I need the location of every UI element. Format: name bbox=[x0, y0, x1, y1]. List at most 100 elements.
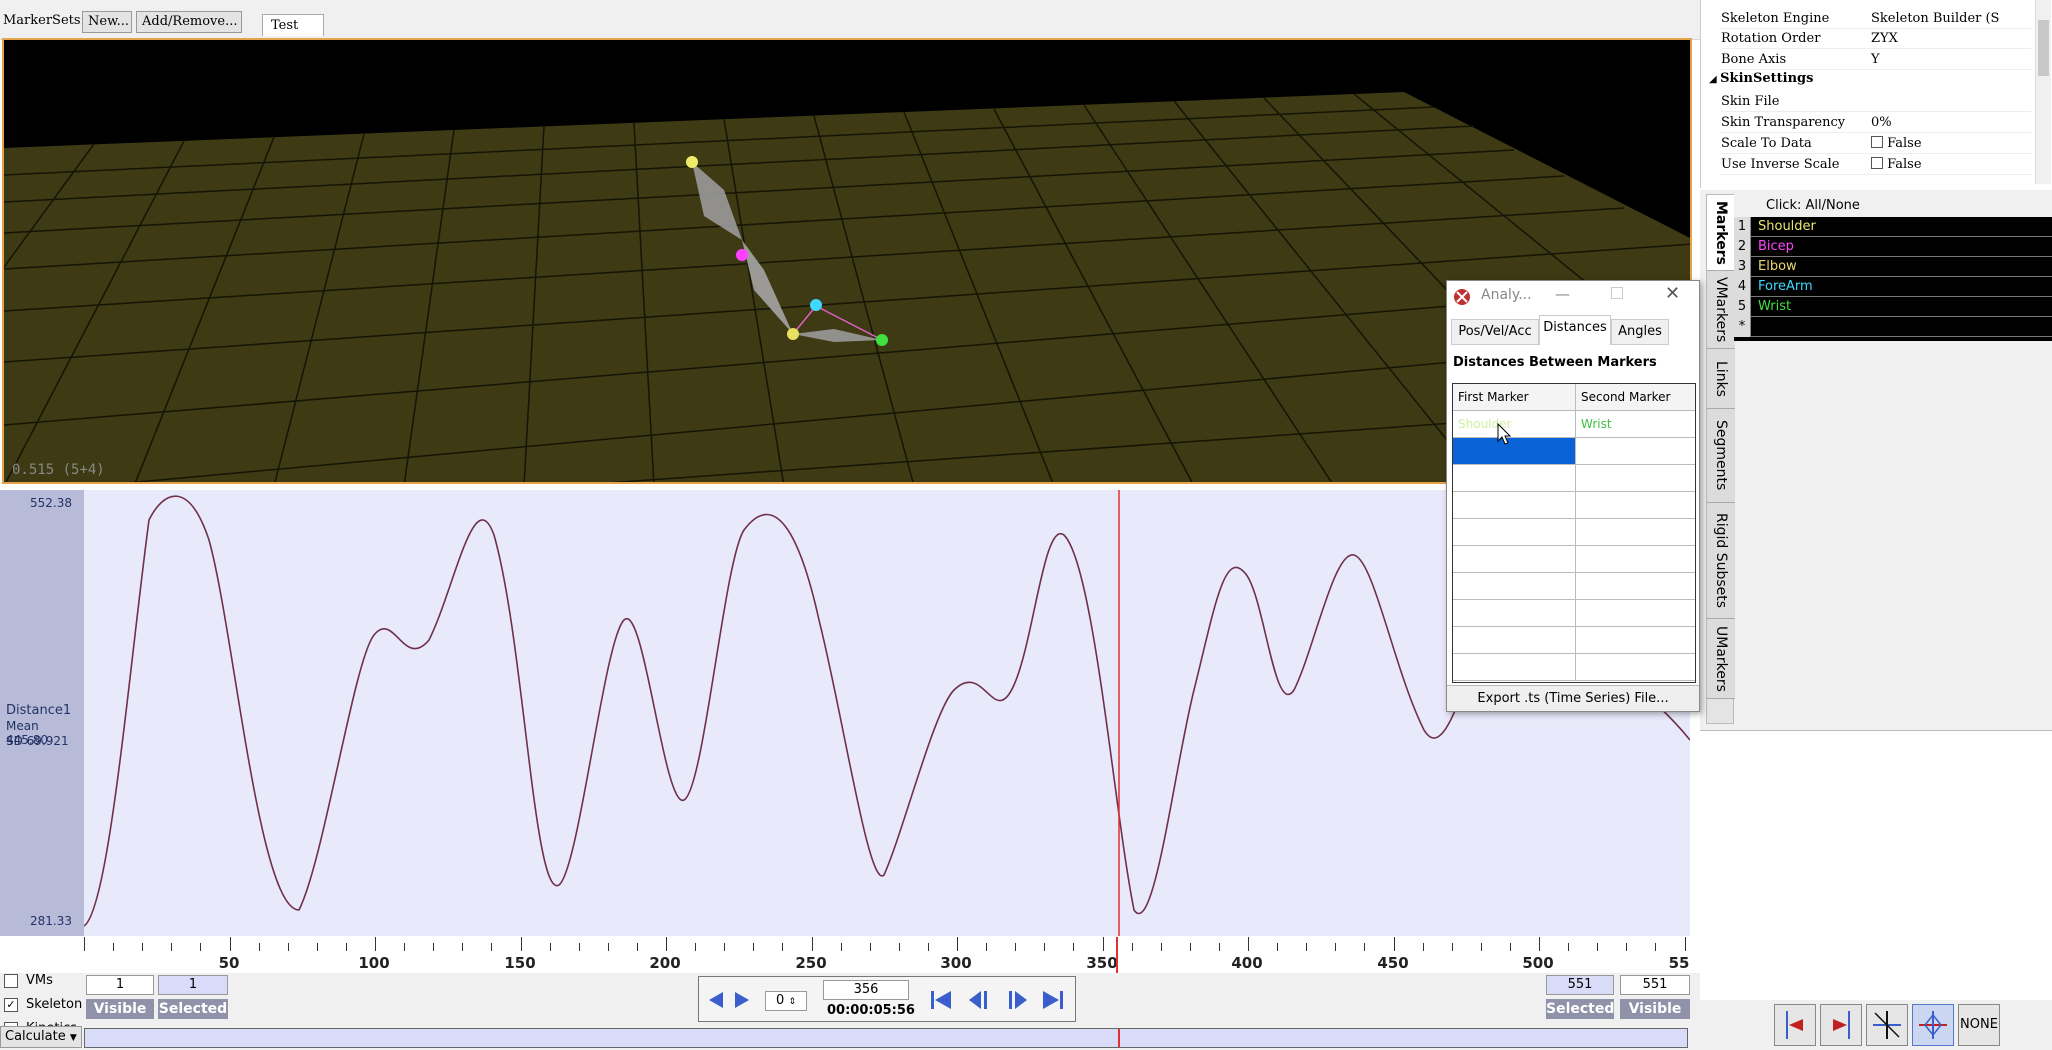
tab-markers[interactable]: Markers bbox=[1707, 195, 1735, 271]
visible-start-button[interactable]: Visible bbox=[86, 999, 154, 1019]
property-row[interactable]: Skeleton Engine Skeleton Builder (S bbox=[1721, 9, 2031, 29]
table-cell[interactable] bbox=[1576, 438, 1695, 465]
start-visible-field[interactable]: 1 bbox=[86, 975, 154, 995]
markers-header[interactable]: Click: All/None bbox=[1734, 196, 2052, 217]
table-cell[interactable] bbox=[1576, 627, 1695, 654]
current-frame-field[interactable]: 356 bbox=[823, 980, 909, 1000]
tab-angles[interactable]: Angles bbox=[1611, 319, 1669, 345]
go-to-end-icon[interactable] bbox=[1041, 989, 1067, 1011]
selected-start-button[interactable]: Selected bbox=[158, 999, 228, 1019]
property-row[interactable]: Scale To Data False bbox=[1721, 134, 2031, 154]
properties-scrollbar[interactable] bbox=[2035, 0, 2051, 184]
table-cell[interactable] bbox=[1453, 492, 1576, 519]
table-cell[interactable] bbox=[1453, 573, 1576, 600]
tab-distances[interactable]: Distances bbox=[1539, 315, 1611, 345]
column-header-first: First Marker bbox=[1453, 384, 1576, 411]
tab-pos-vel-acc[interactable]: Pos/Vel/Acc bbox=[1451, 319, 1539, 345]
selected-end-button[interactable]: Selected bbox=[1546, 999, 1614, 1019]
tab-test[interactable]: Test bbox=[262, 14, 324, 36]
marker-number: 2 bbox=[1734, 237, 1751, 257]
ruler-tick bbox=[462, 943, 464, 951]
property-row[interactable]: Use Inverse Scale False bbox=[1721, 155, 2031, 175]
new-markerset-button[interactable]: New... bbox=[82, 11, 132, 33]
calculate-dropdown[interactable]: Calculate ▼ bbox=[0, 1026, 82, 1048]
minimize-icon[interactable]: — bbox=[1555, 285, 1570, 303]
ruler-tick bbox=[1480, 943, 1482, 951]
table-cell[interactable] bbox=[1576, 654, 1695, 681]
play-backward-icon[interactable] bbox=[967, 989, 993, 1011]
property-row[interactable]: Skin File bbox=[1721, 92, 2031, 112]
use-inverse-scale-checkbox[interactable] bbox=[1871, 157, 1883, 169]
ruler-tick bbox=[1015, 943, 1017, 951]
table-cell[interactable] bbox=[1453, 519, 1576, 546]
skeleton-checkbox[interactable]: ✓ bbox=[4, 998, 18, 1012]
ruler-tick bbox=[1539, 937, 1540, 951]
link-left-icon[interactable] bbox=[1774, 1004, 1816, 1046]
link-right-icon[interactable] bbox=[1820, 1004, 1862, 1046]
link-all-icon[interactable] bbox=[1912, 1004, 1954, 1046]
frame-range-bar[interactable] bbox=[84, 1028, 1688, 1048]
3d-viewport[interactable]: 0.515 (5+4) bbox=[2, 38, 1692, 484]
dialog-titlebar[interactable]: Analy... — ✕ bbox=[1447, 281, 1699, 311]
close-icon[interactable]: ✕ bbox=[1665, 283, 1680, 304]
table-cell[interactable] bbox=[1453, 600, 1576, 627]
table-cell-selected[interactable] bbox=[1453, 438, 1576, 465]
ruler-tick bbox=[287, 943, 289, 951]
first-marker-cell[interactable]: Shoulder bbox=[1453, 411, 1576, 438]
list-item[interactable]: 2 Bicep bbox=[1734, 237, 2052, 257]
table-cell[interactable] bbox=[1453, 546, 1576, 573]
ruler-tick bbox=[171, 943, 173, 951]
export-ts-button[interactable]: Export .ts (Time Series) File... bbox=[1447, 685, 1699, 711]
table-cell[interactable] bbox=[1576, 573, 1695, 600]
table-cell[interactable] bbox=[1576, 600, 1695, 627]
none-button[interactable]: NONE bbox=[1958, 1004, 2000, 1046]
table-cell[interactable] bbox=[1576, 519, 1695, 546]
second-marker-cell[interactable]: Wrist bbox=[1576, 411, 1695, 438]
property-row[interactable]: Skin Transparency 0% bbox=[1721, 113, 2031, 133]
ruler-tick bbox=[636, 943, 638, 951]
table-cell[interactable] bbox=[1453, 627, 1576, 654]
scrollbar-thumb[interactable] bbox=[2038, 20, 2049, 76]
property-row[interactable]: Rotation Order ZYX bbox=[1721, 29, 2031, 49]
ruler-tick bbox=[1102, 937, 1104, 951]
start-selected-field[interactable]: 1 bbox=[158, 975, 228, 995]
property-row[interactable]: Bone Axis Y bbox=[1721, 50, 2031, 70]
list-item[interactable]: 4 ForeArm bbox=[1734, 277, 2052, 297]
link-both-icon[interactable] bbox=[1866, 1004, 1908, 1046]
ruler-tick bbox=[1248, 937, 1249, 951]
vms-checkbox[interactable] bbox=[4, 974, 18, 988]
property-key: Use Inverse Scale bbox=[1721, 157, 1840, 172]
table-cell[interactable] bbox=[1576, 465, 1695, 492]
end-selected-field[interactable]: 551 bbox=[1546, 975, 1614, 995]
list-item[interactable]: * bbox=[1734, 317, 2052, 337]
tab-segments[interactable]: Segments bbox=[1707, 409, 1735, 503]
transport-controls: 0 ⇕ 356 00:00:05:56 bbox=[698, 976, 1076, 1022]
table-cell[interactable] bbox=[1453, 654, 1576, 681]
list-item[interactable]: 3 Elbow bbox=[1734, 257, 2052, 277]
tab-links[interactable]: Links bbox=[1707, 349, 1735, 409]
tab-vmarkers[interactable]: VMarkers bbox=[1707, 271, 1735, 349]
timeline-ruler[interactable]: 50 100 150 200 250 300 350 400 450 500 5… bbox=[84, 937, 1715, 973]
list-item[interactable]: 1 Shoulder bbox=[1734, 217, 2052, 237]
table-cell[interactable] bbox=[1576, 546, 1695, 573]
play-forward-icon[interactable] bbox=[1005, 989, 1031, 1011]
property-value: 0% bbox=[1871, 115, 1892, 130]
scale-to-data-checkbox[interactable] bbox=[1871, 136, 1883, 148]
table-cell[interactable] bbox=[1453, 465, 1576, 492]
go-to-start-icon[interactable] bbox=[929, 989, 955, 1011]
distance-graph[interactable]: 552.38 Distance1 Mean 445.80 SD 69.921 2… bbox=[0, 490, 1690, 936]
tick-label: 100 bbox=[358, 954, 390, 972]
step-back-icon[interactable] bbox=[707, 991, 725, 1009]
table-cell[interactable] bbox=[1576, 492, 1695, 519]
visible-end-button[interactable]: Visible bbox=[1620, 999, 1690, 1019]
step-forward-icon[interactable] bbox=[733, 991, 751, 1009]
skin-settings-section[interactable]: ◢ SkinSettings bbox=[1709, 71, 2019, 91]
ruler-tick bbox=[433, 943, 435, 951]
add-remove-button[interactable]: Add/Remove... bbox=[136, 11, 242, 33]
step-size-spinner[interactable]: 0 ⇕ bbox=[765, 991, 807, 1011]
tab-umarkers[interactable]: UMarkers bbox=[1707, 619, 1735, 699]
ruler-playhead[interactable] bbox=[1116, 937, 1118, 973]
end-visible-field[interactable]: 551 bbox=[1620, 975, 1690, 995]
list-item[interactable]: 5 Wrist bbox=[1734, 297, 2052, 317]
tab-rigid-subsets[interactable]: Rigid Subsets bbox=[1707, 503, 1735, 619]
